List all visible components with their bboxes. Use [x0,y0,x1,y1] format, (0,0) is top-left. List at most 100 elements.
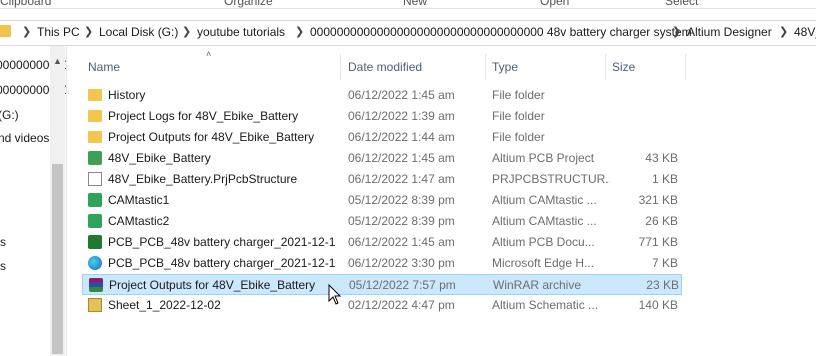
file-name: Project Outputs for 48V_Ebike_Battery [109,278,316,292]
file-type: Altium PCB Docu... [492,235,595,249]
file-date: 06/12/2022 1:47 am [348,172,455,186]
column-divider[interactable] [485,54,486,80]
nav-item[interactable]: (G:) [0,108,19,122]
column-divider[interactable] [340,54,341,80]
file-row[interactable]: Project Outputs for 48V_Ebike_Battery 06… [82,127,682,148]
chevron-right-icon[interactable]: ❯ [295,25,304,38]
file-row[interactable]: History 06/12/2022 1:45 am File folder [82,85,682,106]
chevron-right-icon[interactable]: ❯ [182,25,191,38]
breadcrumb-48v[interactable]: 48V_ [794,25,816,39]
nav-item[interactable]: s [0,235,6,249]
file-size: 140 KB [638,298,678,312]
file-row[interactable]: PCB_PCB_48v battery charger_2021-12-1...… [82,232,682,253]
file-row[interactable]: Project Logs for 48V_Ebike_Battery 06/12… [82,106,682,127]
camtastic-icon [88,214,102,228]
file-name: CAMtastic2 [108,214,170,228]
column-name[interactable]: Name [88,60,120,74]
folder-icon [88,89,102,101]
file-type: File folder [492,130,545,144]
file-row-selected[interactable]: Project Outputs for 48V_Ebike_Battery 05… [82,274,682,295]
file-name: History [108,88,146,102]
file-date: 06/12/2022 3:30 pm [348,256,455,270]
ribbon-new-label: New [403,0,428,8]
file-date: 02/12/2022 4:47 pm [348,298,455,312]
column-date-modified[interactable]: Date modified [348,60,422,74]
ribbon-group-labels: Clipboard Organize New Open Select [0,0,816,9]
winrar-icon [89,278,103,292]
nav-item[interactable]: s [0,259,6,273]
document-icon [88,172,102,186]
file-type: Altium Schematic ... [492,298,599,312]
file-date: 06/12/2022 1:45 am [348,88,455,102]
file-row[interactable]: CAMtastic2 05/12/2022 8:39 pm Altium CAM… [82,211,682,232]
file-size: 321 KB [638,193,678,207]
column-header: Name Date modified Type Size [80,54,686,80]
ribbon-open-label: Open [540,0,570,8]
file-name: PCB_PCB_48v battery charger_2021-12-1... [108,256,336,270]
folder-icon [0,25,11,37]
breadcrumb-local-disk[interactable]: Local Disk (G:) [99,25,178,39]
file-date: 06/12/2022 1:45 am [348,151,455,165]
file-name: 48V_Ebike_Battery [108,151,211,165]
file-date: 06/12/2022 1:39 am [348,109,455,123]
file-size: 771 KB [638,235,678,249]
file-row[interactable]: 48V_Ebike_Battery 06/12/2022 1:45 am Alt… [82,148,682,169]
file-row[interactable]: CAMtastic1 05/12/2022 8:39 pm Altium CAM… [82,190,682,211]
mouse-cursor-icon [328,284,342,305]
chevron-right-icon[interactable]: ❯ [84,25,93,38]
file-type: File folder [492,88,545,102]
file-name: Project Logs for 48V_Ebike_Battery [108,109,299,123]
file-size: 43 KB [645,151,678,165]
breadcrumb-youtube-tutorials[interactable]: youtube tutorials [197,25,285,39]
column-divider[interactable] [685,54,686,80]
ribbon-clipboard-label: Clipboard [0,0,52,8]
column-type[interactable]: Type [492,60,518,74]
file-type: Altium CAMtastic ... [492,214,597,228]
scrollbar-thumb[interactable] [52,164,63,354]
file-row[interactable]: 48V_Ebike_Battery.PrjPcbStructure 06/12/… [82,169,682,190]
file-size: 26 KB [645,214,678,228]
pcb-document-icon [88,235,102,249]
schematic-icon [88,298,102,312]
column-divider[interactable] [605,54,606,80]
chevron-right-icon[interactable]: ❯ [22,25,31,38]
address-bar[interactable]: ❯ This PC ❯ Local Disk (G:) ❯ youtube tu… [0,20,816,46]
file-date: 06/12/2022 1:44 am [348,130,455,144]
folder-icon [88,110,102,122]
file-row[interactable]: Sheet_1_2022-12-02 02/12/2022 4:47 pm Al… [82,295,682,316]
file-size: 7 KB [651,256,678,270]
file-date: 05/12/2022 8:39 pm [348,214,455,228]
file-name: PCB_PCB_48v battery charger_2021-12-1... [108,235,336,249]
camtastic-icon [88,193,102,207]
altium-project-icon [88,151,102,165]
file-name: Sheet_1_2022-12-02 [108,298,221,312]
file-type: Altium CAMtastic ... [492,193,597,207]
file-type: Microsoft Edge H... [492,256,595,270]
ribbon-organize-label: Organize [224,0,273,8]
nav-item[interactable]: nd videos [0,131,49,145]
file-date: 05/12/2022 7:57 pm [349,278,456,292]
file-name: Project Outputs for 48V_Ebike_Battery [108,130,315,144]
file-name: CAMtastic1 [108,193,170,207]
breadcrumb-this-pc[interactable]: This PC [37,25,80,39]
chevron-right-icon[interactable]: ❯ [672,25,681,38]
scroll-up-icon[interactable]: ▲ [53,56,62,66]
file-type: Altium PCB Project [492,151,595,165]
file-name: 48V_Ebike_Battery.PrjPcbStructure [108,172,298,186]
file-date: 05/12/2022 8:39 pm [348,193,455,207]
file-size: 1 KB [651,172,678,186]
file-row[interactable]: PCB_PCB_48v battery charger_2021-12-1...… [82,253,682,274]
folder-icon [88,131,102,143]
chevron-right-icon[interactable]: ❯ [779,25,788,38]
file-type: WinRAR archive [493,278,582,292]
nav-scrollbar[interactable]: ▲ [50,46,65,356]
file-type: PRJPCBSTRUCTUR... [492,172,610,186]
ribbon-select-label: Select [665,0,699,8]
file-date: 06/12/2022 1:45 am [348,235,455,249]
file-type: File folder [492,109,545,123]
file-size: 23 KB [646,278,679,292]
breadcrumb-battery-charger-system[interactable]: 00000000000000000000000000000000000 48v … [310,25,692,39]
edge-icon [88,256,102,270]
breadcrumb-altium-designer[interactable]: Altium Designer [687,25,772,39]
column-size[interactable]: Size [612,60,635,74]
